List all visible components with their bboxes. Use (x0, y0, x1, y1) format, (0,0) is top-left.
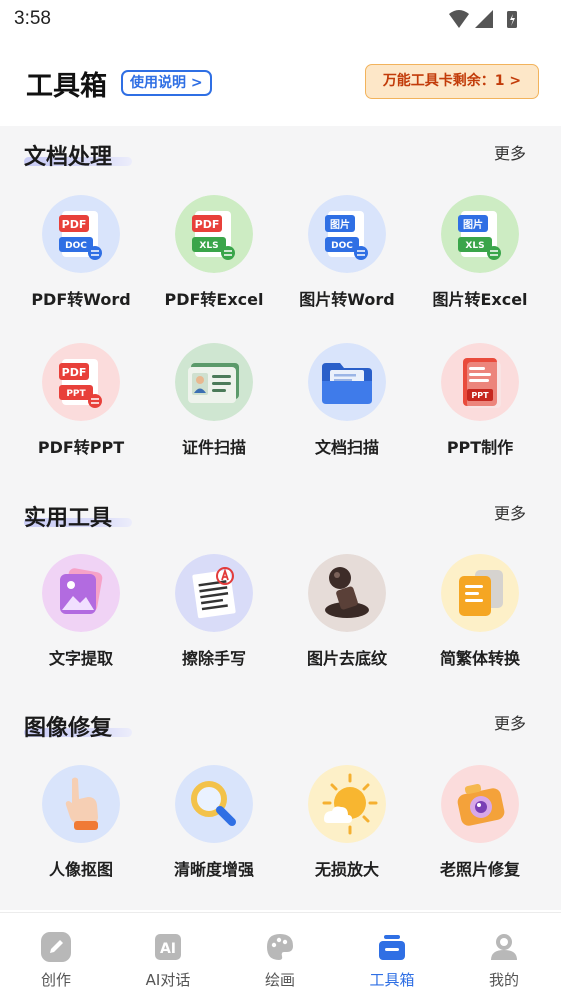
tool-pdf-to-word[interactable]: PDF DOC PDF转Word (14, 195, 148, 325)
svg-text:XLS: XLS (199, 241, 218, 251)
tool-label: 证件扫描 (181, 438, 246, 457)
svg-text:图片: 图片 (330, 218, 350, 231)
tool-clarity-enhance[interactable]: 清晰度增强 (147, 765, 281, 895)
tool-portrait-cutout[interactable]: 人像抠图 (14, 765, 148, 895)
help-link[interactable]: 使用说明 > (121, 70, 212, 96)
nav-label: 我的 (488, 971, 519, 989)
tool-old-photo-repair[interactable]: 老照片修复 (413, 765, 547, 895)
tool-card-badge[interactable]: 万能工具卡剩余：1 > (365, 64, 539, 99)
tool-text-extract[interactable]: 文字提取 (14, 554, 148, 684)
user-icon (491, 934, 517, 960)
svg-text:图片: 图片 (463, 218, 483, 231)
tool-label: PDF转Excel (164, 290, 264, 309)
folder-scan-icon (308, 343, 386, 421)
tool-label: 人像抠图 (48, 860, 113, 879)
palette-icon (267, 934, 293, 960)
more-link[interactable]: 更多 (494, 140, 526, 164)
nav-item-ai-chat[interactable]: AI AI对话 (112, 913, 224, 999)
svg-text:PDF: PDF (195, 218, 220, 231)
image-to-excel-icon: 图片 XLS (441, 195, 519, 273)
tool-label: 擦除手写 (181, 649, 246, 668)
tool-lossless-upscale[interactable]: 无损放大 (280, 765, 414, 895)
tool-label: 图片转Word (299, 290, 395, 309)
tool-label: PPT制作 (446, 438, 514, 457)
more-link[interactable]: 更多 (494, 500, 526, 524)
status-bar: 3:58 (0, 0, 561, 40)
nav-label: 绘画 (264, 971, 295, 989)
nav-label: 工具箱 (369, 971, 415, 989)
tool-label: 文档扫描 (314, 438, 379, 457)
pdf-to-excel-icon: PDF XLS (175, 195, 253, 273)
stamp-icon (308, 554, 386, 632)
tool-image-to-word[interactable]: 图片 DOC 图片转Word (280, 195, 414, 325)
bottom-nav: 创作 AI AI对话 绘画 工具箱 我的 (0, 912, 561, 999)
id-card-scan-icon (175, 343, 253, 421)
tool-document-scan[interactable]: 文档扫描 (280, 343, 414, 473)
tool-pdf-to-excel[interactable]: PDF XLS PDF转Excel (147, 195, 281, 325)
wifi-icon (449, 10, 469, 28)
pencil-icon (41, 932, 71, 962)
tool-label: 清晰度增强 (173, 860, 254, 879)
ai-chat-icon: AI (155, 934, 181, 960)
svg-text:PDF: PDF (62, 218, 87, 231)
tool-label: PDF转Word (31, 290, 131, 309)
nav-label: AI对话 (145, 971, 191, 989)
tool-erase-handwriting[interactable]: 擦除手写 (147, 554, 281, 684)
text-extract-icon (42, 554, 120, 632)
nav-item-painting[interactable]: 绘画 (224, 913, 336, 999)
tool-image-to-excel[interactable]: 图片 XLS 图片转Excel (413, 195, 547, 325)
more-link[interactable]: 更多 (494, 710, 526, 734)
page-title: 工具箱 (26, 71, 107, 102)
svg-text:PPT: PPT (471, 391, 489, 400)
svg-text:DOC: DOC (331, 241, 353, 251)
section-image-repair: 图像修复 更多 人像抠图 清晰度增强 无损放大 老照片修复 (0, 708, 561, 908)
page-header: 工具箱 使用说明 > 万能工具卡剩余：1 > (0, 40, 561, 126)
portrait-cutout-icon (42, 765, 120, 843)
nav-item-toolbox[interactable]: 工具箱 (336, 913, 448, 999)
tool-label: 无损放大 (314, 860, 379, 879)
status-time: 3:58 (14, 8, 51, 29)
nav-label: 创作 (40, 971, 71, 989)
tool-ppt-maker[interactable]: PPT PPT制作 (413, 343, 547, 473)
tool-label: 简繁体转换 (439, 649, 520, 668)
tool-label: PDF转PPT (37, 438, 125, 457)
section-document: 文档处理 更多 PDF DOC PDF转Word PDF XLS PDF转Exc… (0, 126, 561, 496)
section-title: 图像修复 (24, 716, 113, 741)
camera-icon (441, 765, 519, 843)
nav-item-profile[interactable]: 我的 (448, 913, 560, 999)
signal-icon (475, 10, 493, 28)
image-to-word-icon: 图片 DOC (308, 195, 386, 273)
simplified-traditional-icon (441, 554, 519, 632)
svg-text:XLS: XLS (465, 241, 484, 251)
section-title: 文档处理 (24, 145, 113, 170)
ppt-maker-icon: PPT (441, 343, 519, 421)
tool-label: 图片转Excel (432, 290, 528, 309)
tool-remove-background-pattern[interactable]: 图片去底纹 (280, 554, 414, 684)
svg-text:DOC: DOC (65, 241, 87, 251)
svg-text:AI: AI (160, 941, 176, 957)
svg-text:PPT: PPT (66, 389, 86, 399)
erase-handwriting-icon (175, 554, 253, 632)
status-icons (449, 10, 517, 28)
sun-cloud-icon (308, 765, 386, 843)
tool-id-scan[interactable]: 证件扫描 (147, 343, 281, 473)
pdf-to-ppt-icon: PDF PPT (42, 343, 120, 421)
nav-item-create[interactable]: 创作 (0, 913, 112, 999)
section-title: 实用工具 (24, 506, 113, 531)
tool-label: 老照片修复 (439, 860, 520, 879)
pdf-to-word-icon: PDF DOC (42, 195, 120, 273)
tool-label: 文字提取 (48, 649, 113, 668)
tool-simplified-traditional[interactable]: 简繁体转换 (413, 554, 547, 684)
svg-text:PDF: PDF (62, 366, 87, 379)
magnifier-icon (175, 765, 253, 843)
section-utilities: 实用工具 更多 文字提取 擦除手写 图片去底纹 简繁体转换 (0, 498, 561, 698)
tool-label: 图片去底纹 (306, 649, 387, 668)
toolbox-content: 文档处理 更多 PDF DOC PDF转Word PDF XLS PDF转Exc… (0, 126, 561, 910)
toolbox-icon (379, 935, 405, 960)
tool-pdf-to-ppt[interactable]: PDF PPT PDF转PPT (14, 343, 148, 473)
